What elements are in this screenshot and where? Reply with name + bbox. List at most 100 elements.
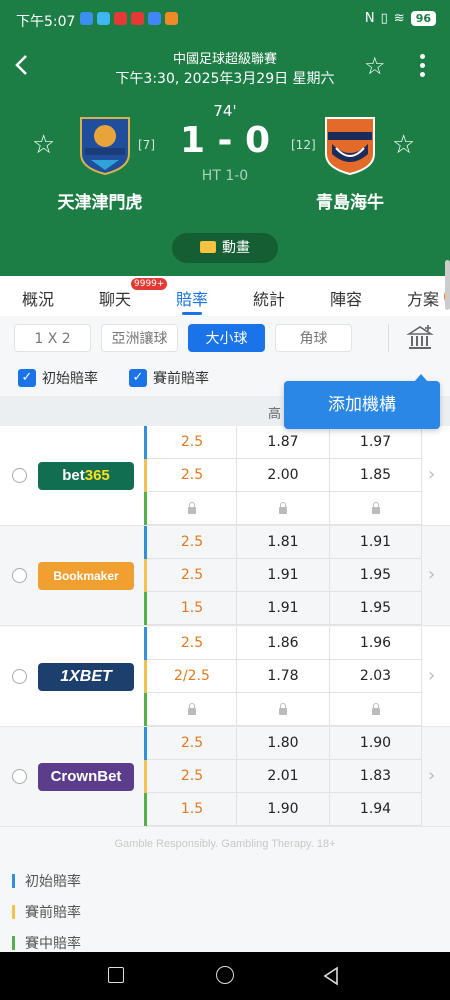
- odds-type-bar: [144, 459, 147, 492]
- bookmaker-group[interactable]: bet365bet365 2.5 1.871.97 2.5 2.001.85 ›: [0, 426, 450, 526]
- chevron-right-icon[interactable]: ›: [428, 665, 435, 686]
- odds-row: 2.5 1.81 1.91: [144, 526, 422, 559]
- under-odds-cell: 1.95: [329, 592, 422, 625]
- initial-odds-checkbox[interactable]: ✓ 初始賠率: [18, 368, 98, 388]
- filter-asian-handicap[interactable]: 亞洲讓球: [101, 324, 178, 352]
- bookmaker-select-radio[interactable]: [12, 468, 27, 483]
- odds-type-bar: [144, 760, 147, 793]
- initial-odds-label: 初始賠率: [42, 371, 98, 387]
- home-rank: [7]: [138, 138, 155, 152]
- back-button[interactable]: [10, 50, 34, 80]
- odds-row: [144, 693, 422, 726]
- odds-row: [144, 492, 422, 525]
- system-nav-bar: [0, 952, 450, 1000]
- odds-row: 2.5 2.00 1.85: [144, 459, 422, 492]
- odds-type-bar: [144, 793, 147, 826]
- total-line-cell: 2.5: [180, 635, 204, 651]
- legend-live: 賽中賠率: [12, 933, 81, 953]
- filter-corners[interactable]: 角球: [275, 324, 352, 352]
- responsible-gambling-note: Gamble Responsibly. Gambling Therapy. 18…: [114, 838, 336, 850]
- bookmaker-select-radio[interactable]: [12, 669, 27, 684]
- home-team-logo: [80, 117, 130, 176]
- away-team-name[interactable]: 青島海牛: [280, 188, 420, 213]
- tab-plans[interactable]: 方案: [407, 286, 439, 310]
- match-header: 下午5:07 N ▯ ≋ 96 中國足球超級聯賽 下午3:30, 2025年3月…: [0, 0, 450, 276]
- bookmaker-logo: 1XBET: [38, 663, 134, 691]
- system-status: N ▯ ≋ 96: [365, 11, 436, 26]
- chevron-right-icon[interactable]: ›: [428, 765, 435, 786]
- tab-bar: 概況 聊天 9999+ 賠率 統計 陣容 方案: [0, 276, 450, 316]
- app-notification-icon: [114, 12, 127, 25]
- over-odds-cell: 2.01: [236, 760, 329, 793]
- divider: [388, 324, 389, 352]
- bookmaker-group[interactable]: 1XBET 2.5 1.86 1.96 2/2.5 1.78 2.03 ›: [0, 627, 450, 727]
- under-odds-cell: 1.96: [329, 627, 422, 660]
- bank-icon[interactable]: [406, 324, 434, 352]
- match-score: 1 - 0: [179, 120, 271, 161]
- away-rank: [12]: [291, 138, 316, 152]
- chevron-right-icon[interactable]: ›: [428, 564, 435, 585]
- legend-label: 賽中賠率: [25, 936, 81, 952]
- check-icon: ✓: [129, 369, 147, 387]
- total-line-cell: 1.5: [180, 801, 204, 817]
- bookmaker-group[interactable]: Bookmaker 2.5 1.81 1.91 2.5 1.91 1.95 1.5 1.91 1.…: [0, 526, 450, 626]
- chevron-right-icon[interactable]: ›: [428, 464, 435, 485]
- under-odds-cell: 1.95: [329, 559, 422, 592]
- tab-overview[interactable]: 概況: [22, 286, 54, 310]
- legend-pre-match: 賽前賠率: [12, 902, 81, 922]
- over-odds-cell: 1.86: [236, 627, 329, 660]
- logo-text: bet: [62, 467, 85, 484]
- odds-row: 2.5 1.91 1.95: [144, 559, 422, 592]
- total-line-cell: 2.5: [180, 768, 204, 784]
- home-button[interactable]: [216, 966, 234, 984]
- back-nav-button[interactable]: [322, 966, 340, 986]
- bookmaker-select-radio[interactable]: [12, 568, 27, 583]
- odds-row: 2.5 1.80 1.90: [144, 727, 422, 760]
- nfc-icon: N: [364, 11, 375, 26]
- total-line-cell: [148, 693, 236, 726]
- over-odds-cell: 1.87: [236, 426, 329, 459]
- chevron-left-icon: [15, 55, 27, 75]
- favorite-home-button[interactable]: ☆: [32, 130, 55, 160]
- more-options-button[interactable]: [412, 52, 432, 80]
- tab-lineup[interactable]: 陣容: [330, 286, 362, 310]
- lock-icon: [279, 703, 287, 715]
- side-scroll-handle[interactable]: [445, 260, 450, 310]
- over-odds-cell: 1.80: [236, 727, 329, 760]
- legend-initial: 初始賠率: [12, 871, 81, 891]
- away-team-logo: [325, 117, 375, 176]
- over-odds-cell: 1.78: [236, 660, 329, 693]
- over-odds-cell: [236, 693, 329, 726]
- legend-label: 初始賠率: [25, 874, 81, 890]
- over-odds-cell: 1.91: [236, 592, 329, 625]
- odds-row: 1.5 1.90 1.94: [144, 793, 422, 826]
- lock-icon: [188, 502, 196, 514]
- home-team-name[interactable]: 天津津門虎: [30, 188, 170, 213]
- bookmaker-select-radio[interactable]: [12, 769, 27, 784]
- app-notification-icon: [165, 12, 178, 25]
- filter-over-under[interactable]: 大小球: [188, 324, 265, 352]
- add-bookmaker-tooltip[interactable]: 添加機構: [284, 374, 440, 429]
- vibrate-icon: ▯: [380, 11, 388, 26]
- league-name: 中國足球超級聯賽: [172, 52, 277, 67]
- animation-button[interactable]: 動畫: [172, 233, 278, 263]
- favorite-away-button[interactable]: ☆: [392, 130, 415, 160]
- under-odds-cell: 1.97: [329, 426, 422, 459]
- tab-chat[interactable]: 聊天: [99, 286, 131, 310]
- lock-icon: [371, 502, 380, 514]
- over-odds-cell: 2.00: [236, 459, 329, 492]
- favorite-match-button[interactable]: ☆: [364, 52, 386, 80]
- filter-1x2[interactable]: 1 X 2: [14, 324, 91, 352]
- animation-label: 動畫: [222, 240, 250, 256]
- recent-apps-button[interactable]: [108, 967, 124, 983]
- legend-label: 賽前賠率: [25, 905, 81, 921]
- check-icon: ✓: [18, 369, 36, 387]
- tab-stats[interactable]: 統計: [253, 286, 285, 310]
- tab-odds[interactable]: 賠率: [176, 286, 208, 310]
- app-notification-icon: [97, 12, 110, 25]
- bookmaker-group[interactable]: CrownBet 2.5 1.80 1.90 2.5 2.01 1.83 1.5 1.90 1.9…: [0, 727, 450, 827]
- chat-count-badge: 9999+: [131, 278, 168, 290]
- pre-match-odds-checkbox[interactable]: ✓ 賽前賠率: [129, 368, 209, 388]
- odds-type-bar: [144, 627, 147, 660]
- total-line-cell: 2.5: [180, 567, 204, 583]
